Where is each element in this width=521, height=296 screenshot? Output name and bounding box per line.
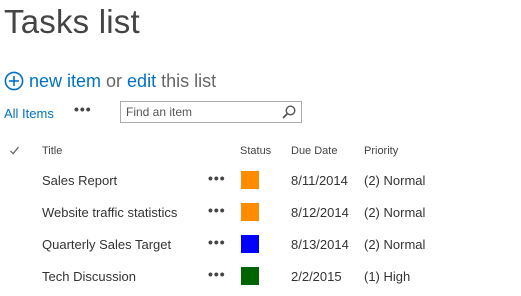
task-priority: (2) Normal [364, 205, 426, 220]
task-title[interactable]: Sales Report [42, 173, 117, 188]
table-row[interactable]: Website traffic statistics ••• 8/12/2014… [0, 197, 521, 229]
new-item-button[interactable]: new item [4, 71, 101, 92]
search-box [120, 101, 302, 123]
column-header-status[interactable]: Status [240, 145, 271, 157]
search-icon[interactable] [281, 104, 297, 120]
task-title[interactable]: Quarterly Sales Target [42, 237, 171, 252]
task-due-date: 8/11/2014 [291, 173, 348, 188]
status-swatch [241, 235, 259, 253]
column-header-title[interactable]: Title [42, 145, 62, 157]
item-menu-button[interactable]: ••• [208, 202, 226, 218]
status-swatch [241, 171, 259, 189]
view-all-items[interactable]: All Items [4, 106, 54, 121]
status-swatch [241, 203, 259, 221]
task-priority: (2) Normal [364, 237, 426, 252]
task-due-date: 2/2/2015 [291, 269, 342, 284]
task-due-date: 8/13/2014 [291, 237, 349, 252]
tasks-list-page: Tasks list new item or edit this list Al… [0, 0, 521, 296]
column-header-due-date[interactable]: Due Date [291, 145, 337, 157]
view-more-button[interactable]: ••• [74, 101, 92, 117]
task-title[interactable]: Website traffic statistics [42, 205, 177, 220]
task-priority: (2) Normal [364, 173, 426, 188]
item-menu-button[interactable]: ••• [208, 266, 226, 282]
or-text: or [106, 70, 123, 91]
page-title: Tasks list [4, 3, 140, 40]
plus-circle-icon [4, 71, 24, 91]
task-title[interactable]: Tech Discussion [42, 269, 136, 284]
command-bar: new item or edit this list [4, 69, 216, 93]
item-menu-button[interactable]: ••• [208, 234, 226, 250]
edit-list-link[interactable]: edit [127, 71, 156, 92]
item-menu-button[interactable]: ••• [208, 170, 226, 186]
column-header-priority[interactable]: Priority [364, 145, 398, 157]
table-row[interactable]: Tech Discussion ••• 2/2/2015 (1) High [0, 261, 521, 293]
this-list-text: this list [161, 70, 217, 91]
table-row[interactable]: Quarterly Sales Target ••• 8/13/2014 (2)… [0, 229, 521, 261]
status-swatch [241, 267, 259, 285]
search-input[interactable] [121, 102, 279, 122]
new-item-link[interactable]: new item [29, 71, 101, 92]
view-bar: All Items ••• [4, 100, 304, 126]
table-row[interactable]: Sales Report ••• 8/11/2014 (2) Normal [0, 165, 521, 197]
task-priority: (1) High [364, 269, 411, 284]
task-due-date: 8/12/2014 [291, 205, 349, 220]
select-all-check-icon[interactable] [9, 145, 20, 156]
list-header-row: Title Status Due Date Priority [0, 142, 521, 162]
